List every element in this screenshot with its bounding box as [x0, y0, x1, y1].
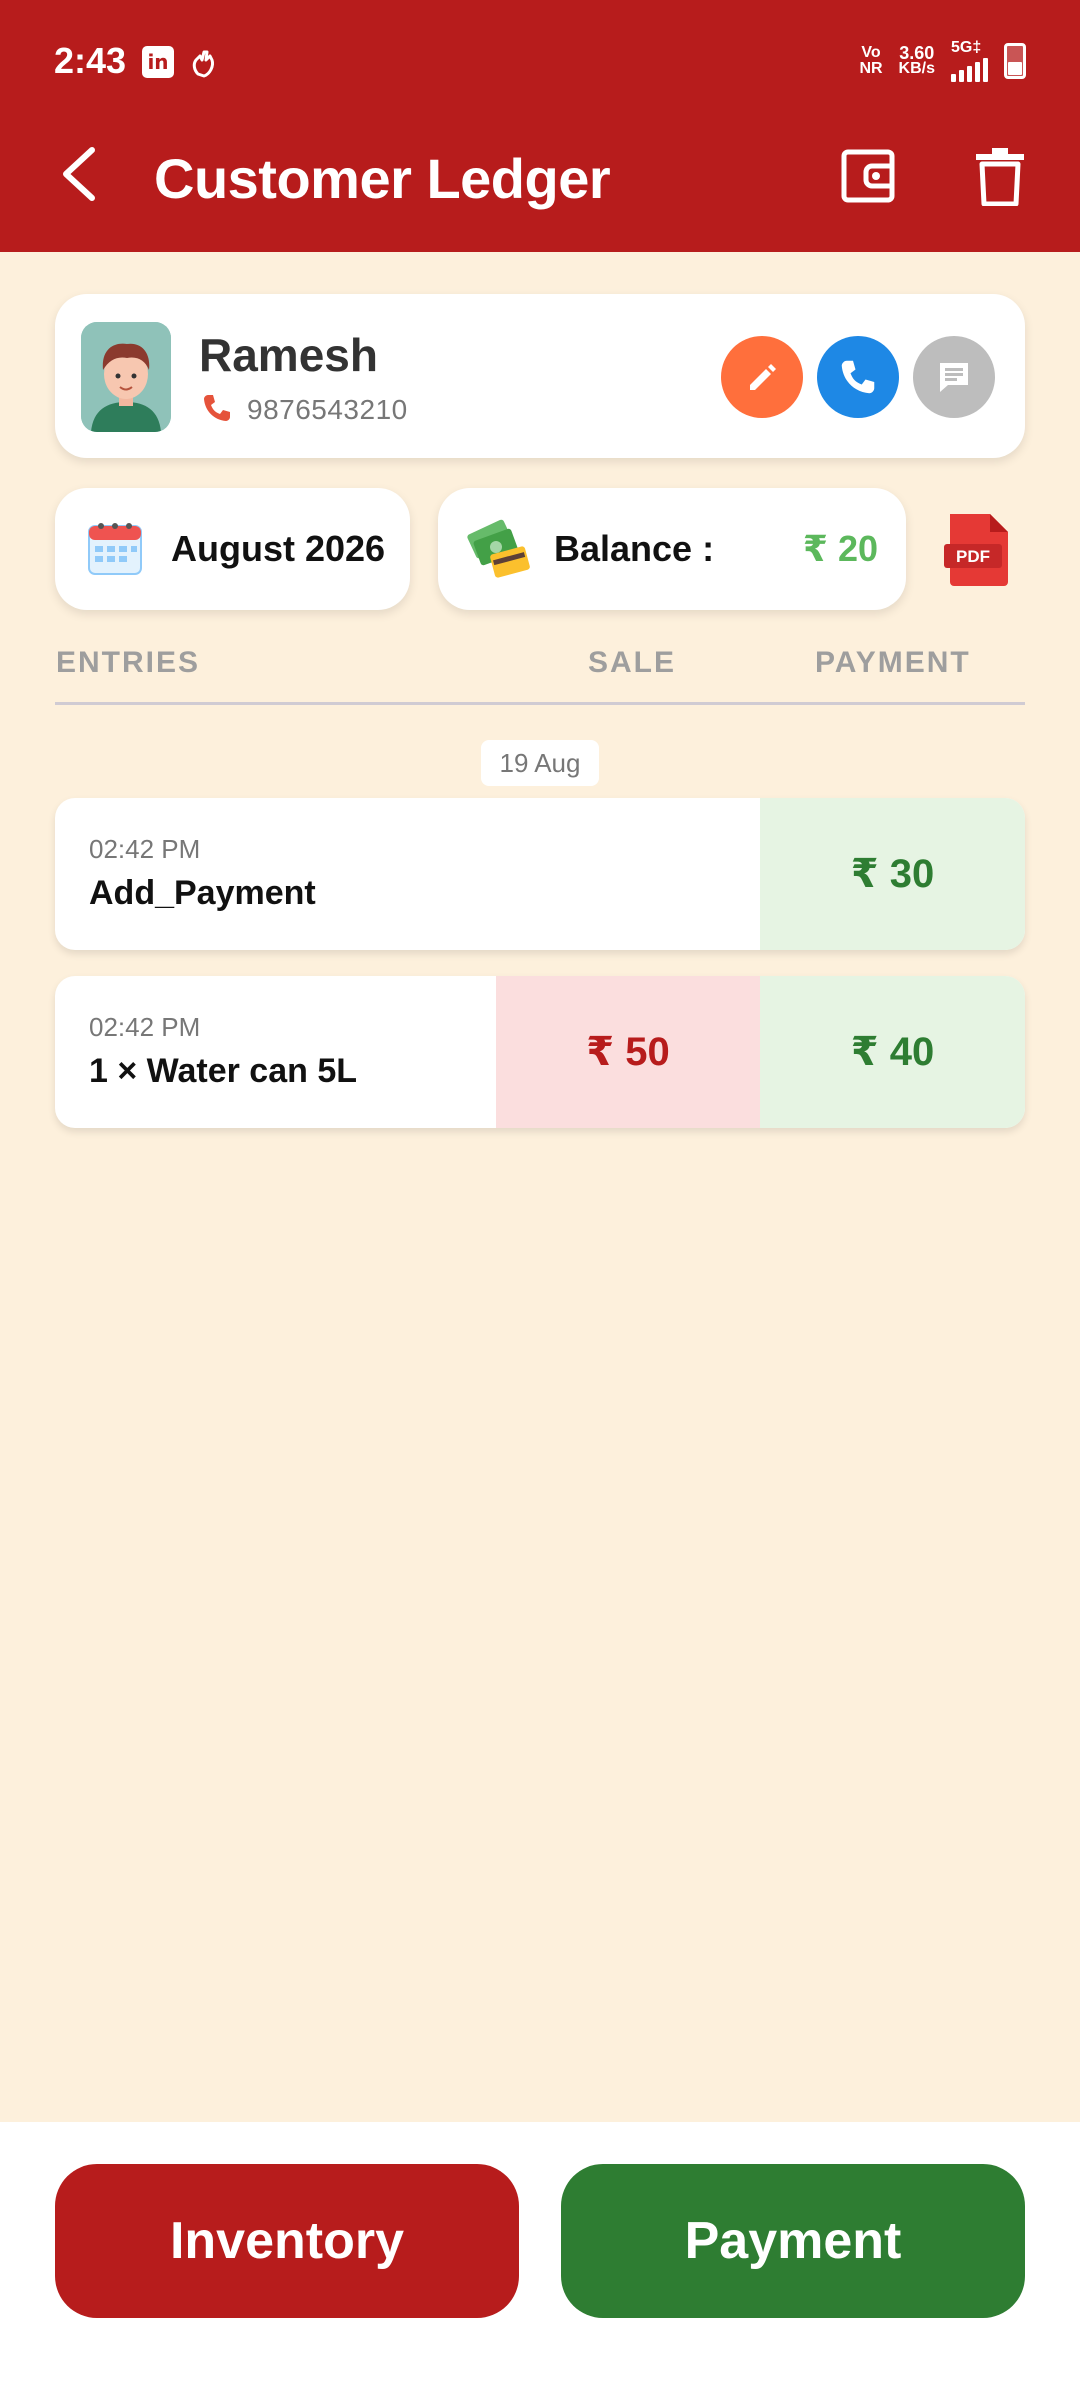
- app-header: 2:43 in Vo NR 3.60 KB/s 5G‡ Customer Led…: [0, 0, 1080, 252]
- ledger-entry-row[interactable]: 02:42 PM 1 × Water can 5L ₹ 50 ₹ 40: [55, 976, 1025, 1128]
- linkedin-icon: in: [142, 46, 174, 78]
- entry-description: Add_Payment: [89, 874, 316, 912]
- column-header-payment: PAYMENT: [815, 646, 971, 679]
- pdf-export-icon[interactable]: PDF: [944, 512, 1014, 586]
- date-group-chip: 19 Aug: [481, 740, 599, 786]
- call-customer-button[interactable]: [817, 336, 899, 418]
- avatar: [81, 322, 171, 432]
- message-icon: [940, 363, 968, 392]
- signal-icon: 5G‡: [951, 40, 988, 82]
- back-arrow-icon[interactable]: [56, 144, 104, 204]
- pdf-label: PDF: [956, 547, 990, 566]
- customer-name: Ramesh: [199, 329, 378, 381]
- edit-icon: [750, 364, 776, 390]
- entry-payment-amount: ₹ 30: [760, 798, 1025, 950]
- money-icon: [467, 519, 530, 578]
- network-type: Vo NR: [859, 44, 883, 77]
- entry-sale-amount: ₹ 50: [496, 976, 760, 1128]
- entry-time: 02:42 PM: [89, 834, 201, 864]
- battery-icon: [1004, 43, 1026, 79]
- status-notification-icons: in: [142, 46, 218, 78]
- calendar-icon: [88, 523, 142, 575]
- header-divider: [55, 702, 1025, 705]
- gesture-icon: [192, 50, 214, 78]
- balance-value: ₹ 20: [802, 528, 878, 569]
- customer-card: Ramesh 9876543210: [55, 294, 1025, 458]
- status-time: 2:43: [54, 40, 127, 81]
- wallet-icon[interactable]: [838, 146, 898, 206]
- month-label: August 2026: [171, 528, 386, 569]
- trash-icon[interactable]: [970, 146, 1030, 206]
- column-header-entries: ENTRIES: [56, 646, 201, 679]
- column-header-sale: SALE: [588, 646, 677, 679]
- balance-label: Balance :: [554, 528, 715, 569]
- month-selector[interactable]: August 2026: [55, 488, 410, 610]
- message-customer-button[interactable]: [913, 336, 995, 418]
- status-system-icons: Vo NR 3.60 KB/s 5G‡: [859, 40, 1026, 82]
- payment-button[interactable]: Payment: [561, 2164, 1025, 2318]
- page-title: Customer Ledger: [154, 147, 611, 210]
- customer-phone: 9876543210: [247, 394, 408, 425]
- entry-description: 1 × Water can 5L: [89, 1052, 358, 1090]
- network-speed: 3.60 KB/s: [898, 43, 935, 77]
- entry-time: 02:42 PM: [89, 1012, 201, 1042]
- customer-avatar-icon: [81, 322, 171, 432]
- edit-customer-button[interactable]: [721, 336, 803, 418]
- ledger-entry-row[interactable]: 02:42 PM Add_Payment ₹ 30: [55, 798, 1025, 950]
- balance-card: Balance : ₹ 20: [438, 488, 906, 610]
- call-icon: [841, 360, 875, 394]
- phone-icon: [204, 395, 230, 421]
- inventory-button[interactable]: Inventory: [55, 2164, 519, 2318]
- entry-payment-amount: ₹ 40: [760, 976, 1025, 1128]
